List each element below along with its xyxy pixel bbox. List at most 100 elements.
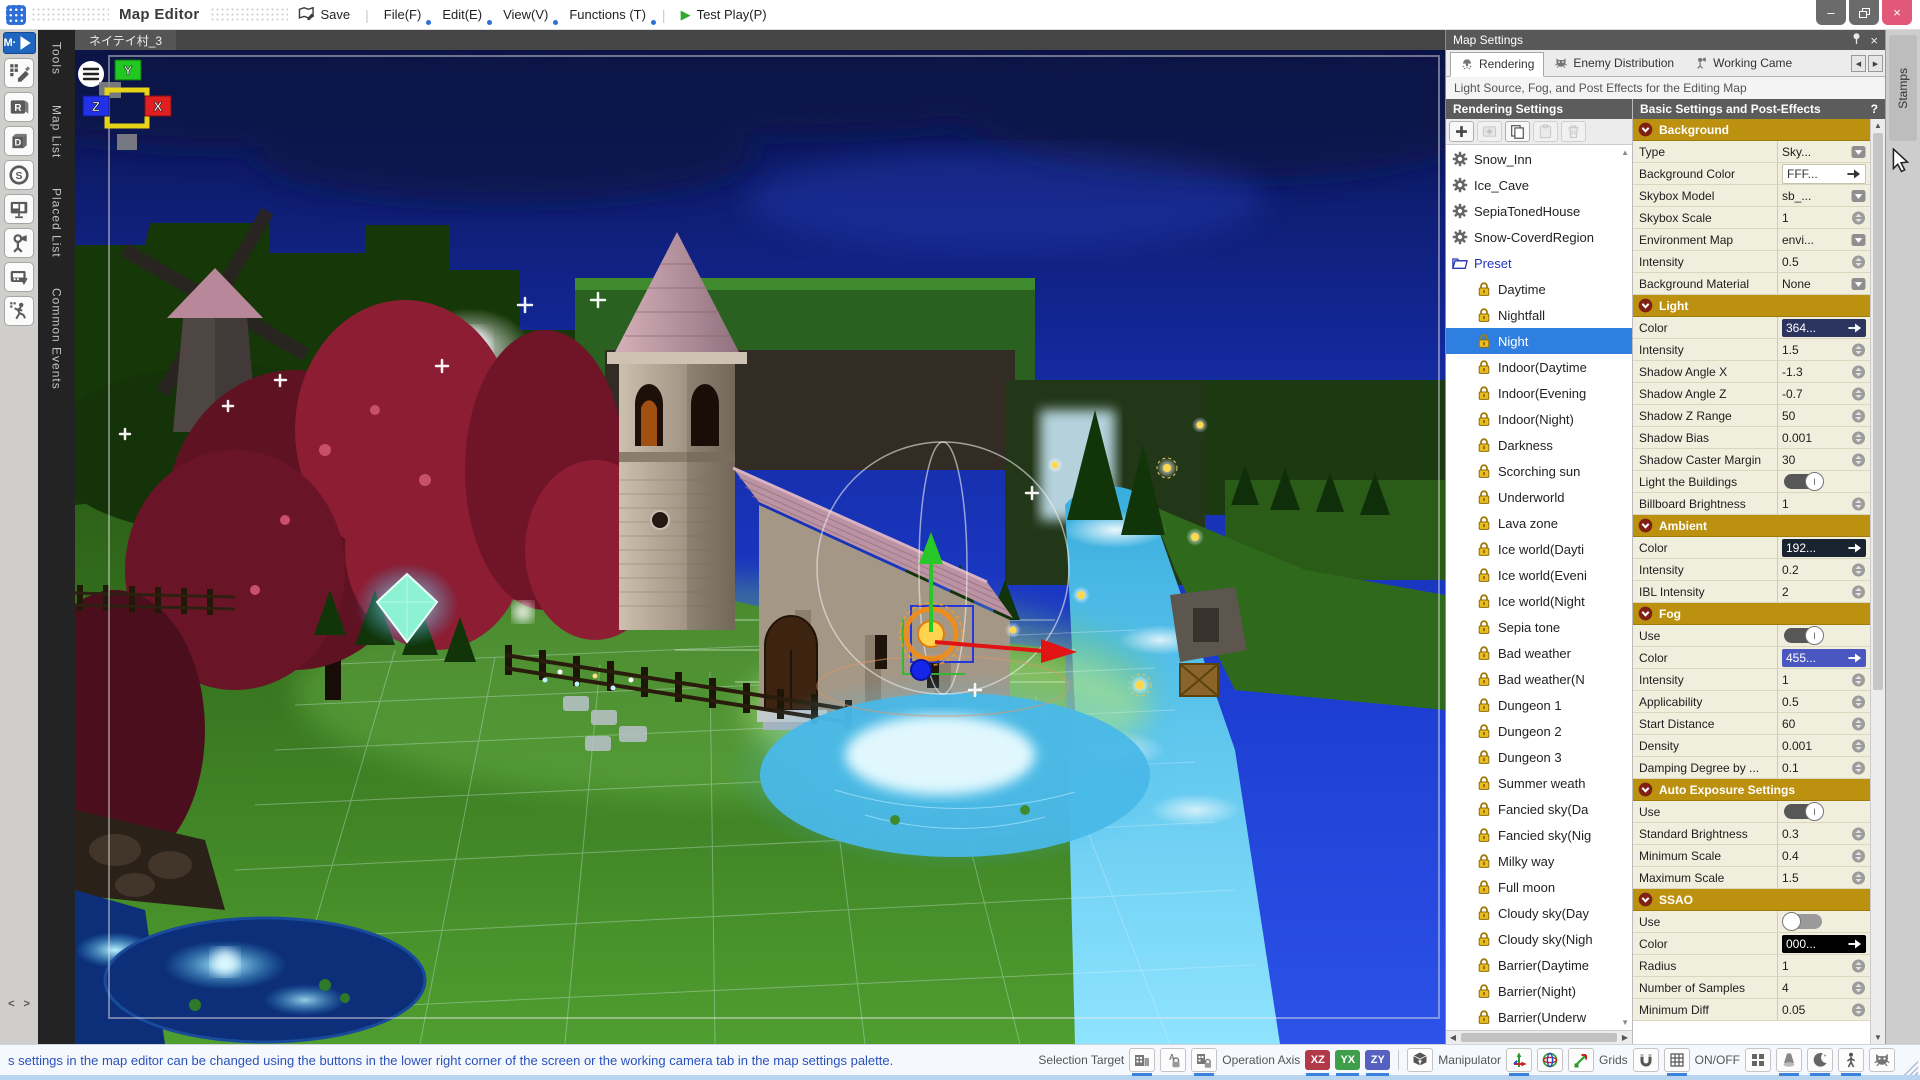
property-value[interactable]: 0.2 xyxy=(1778,559,1870,580)
hscroll-left-icon[interactable]: ◀ xyxy=(1446,1033,1460,1042)
tab-scroll-left[interactable]: ◀ xyxy=(1851,55,1866,72)
property-value[interactable]: 0.1 xyxy=(1778,757,1870,778)
menu-functions[interactable]: Functions (T) xyxy=(559,3,656,26)
preset-item[interactable]: Snow-CoverdRegion xyxy=(1446,224,1632,250)
preset-item[interactable]: Sepia tone xyxy=(1446,614,1632,640)
save-button[interactable]: Save xyxy=(288,2,361,28)
preset-item[interactable]: Dungeon 1 xyxy=(1446,692,1632,718)
toggle-tiles-button[interactable] xyxy=(1745,1048,1771,1072)
menu-view[interactable]: View(V) xyxy=(493,3,558,26)
toggle-characters-button[interactable] xyxy=(1838,1048,1864,1076)
preset-item[interactable]: Bad weather xyxy=(1446,640,1632,666)
property-value[interactable]: 1 xyxy=(1778,955,1870,976)
toggle-on[interactable]: I xyxy=(1784,472,1824,491)
restore-button[interactable] xyxy=(1849,0,1879,25)
toggle-on[interactable]: I xyxy=(1784,802,1824,821)
properties-scrollbar[interactable]: ▲ ▼ xyxy=(1870,119,1885,1044)
region-d-tool-button[interactable]: D xyxy=(4,126,34,156)
close-button[interactable]: × xyxy=(1882,0,1912,25)
preset-item[interactable]: Cloudy sky(Day xyxy=(1446,900,1632,926)
property-value[interactable]: I xyxy=(1778,801,1870,822)
hscroll-thumb[interactable] xyxy=(1461,1033,1617,1042)
preset-item[interactable]: Snow_Inn xyxy=(1446,146,1632,172)
preset-item[interactable]: Milky way xyxy=(1446,848,1632,874)
property-value[interactable]: 1 xyxy=(1778,493,1870,514)
toggle-off[interactable] xyxy=(1782,912,1822,931)
color-chip[interactable]: 364... xyxy=(1782,318,1866,337)
screen-tool-button[interactable] xyxy=(4,194,34,224)
tab-scroll-right[interactable]: ▶ xyxy=(1868,55,1883,72)
camera-tool-button[interactable] xyxy=(4,228,34,258)
stamp-tool-button[interactable] xyxy=(4,58,34,88)
preset-item[interactable]: Barrier(Night) xyxy=(1446,978,1632,1004)
manipulator-move-button[interactable] xyxy=(1506,1048,1532,1076)
property-value[interactable]: 0.5 xyxy=(1778,691,1870,712)
preset-item[interactable]: Fancied sky(Da xyxy=(1446,796,1632,822)
preset-item[interactable]: Dungeon 2 xyxy=(1446,718,1632,744)
event-card-tool-button[interactable] xyxy=(4,262,34,292)
side-tab-map-list[interactable]: Map List xyxy=(50,105,64,158)
grid-snap-button[interactable] xyxy=(1632,1048,1659,1072)
property-value[interactable]: 0.4 xyxy=(1778,845,1870,866)
property-value[interactable]: 000... xyxy=(1778,933,1870,954)
tab-working-came[interactable]: Working Came xyxy=(1684,51,1802,76)
preset-item[interactable]: Cloudy sky(Nigh xyxy=(1446,926,1632,952)
test-play-button[interactable]: ▶ Test Play(P) xyxy=(671,3,777,27)
section-header-ssao[interactable]: SSAO xyxy=(1633,889,1870,911)
vscroll-down-icon[interactable]: ▼ xyxy=(1871,1031,1885,1044)
axis-zy-button[interactable]: ZY xyxy=(1365,1050,1391,1076)
event-run-tool-button[interactable] xyxy=(4,296,34,326)
side-tab-common-events[interactable]: Common Events xyxy=(50,288,64,390)
property-value[interactable]: FFF... xyxy=(1778,163,1870,184)
property-value[interactable]: 1 xyxy=(1778,207,1870,228)
property-value[interactable]: 50 xyxy=(1778,405,1870,426)
preset-item[interactable]: Daytime xyxy=(1446,276,1632,302)
property-value[interactable]: -0.7 xyxy=(1778,383,1870,404)
property-value[interactable]: 192... xyxy=(1778,537,1870,558)
property-value[interactable]: 30 xyxy=(1778,449,1870,470)
manipulator-rotate-button[interactable] xyxy=(1537,1048,1563,1072)
minimize-button[interactable]: – xyxy=(1816,0,1846,25)
preset-item[interactable]: Ice world(Dayti xyxy=(1446,536,1632,562)
property-value[interactable]: 4 xyxy=(1778,977,1870,998)
vscroll-up-icon[interactable]: ▲ xyxy=(1871,119,1885,132)
list-scroll-down-icon[interactable]: ▼ xyxy=(1621,1018,1629,1027)
toggle-lights-button[interactable] xyxy=(1776,1048,1802,1076)
help-button[interactable]: ? xyxy=(1871,102,1878,116)
color-chip[interactable]: 000... xyxy=(1782,934,1866,953)
preset-item-selected[interactable]: Night xyxy=(1446,328,1632,354)
rail-scroll-right[interactable]: > xyxy=(24,998,30,1010)
preset-item[interactable]: Ice_Cave xyxy=(1446,172,1632,198)
preset-item[interactable]: Underworld xyxy=(1446,484,1632,510)
duplicate-setting-button[interactable] xyxy=(1505,121,1530,142)
tab-stamps[interactable]: Stamps xyxy=(1889,35,1917,141)
toggle-night-mode-button[interactable] xyxy=(1807,1048,1833,1076)
preset-item[interactable]: Dungeon 3 xyxy=(1446,744,1632,770)
color-chip[interactable]: 455... xyxy=(1782,648,1866,667)
property-value[interactable]: sb_... xyxy=(1778,185,1870,206)
property-value[interactable]: 0.001 xyxy=(1778,735,1870,756)
color-chip[interactable]: FFF... xyxy=(1782,163,1866,184)
app-icon[interactable] xyxy=(6,4,26,25)
shadow-tool-button[interactable]: S xyxy=(4,160,34,190)
property-value[interactable]: 60 xyxy=(1778,713,1870,734)
menu-file[interactable]: File(F) xyxy=(374,3,432,26)
toggle-on[interactable]: I xyxy=(1784,626,1824,645)
property-value[interactable]: 0.001 xyxy=(1778,427,1870,448)
section-header-light[interactable]: Light xyxy=(1633,295,1870,317)
preset-item[interactable]: Indoor(Night) xyxy=(1446,406,1632,432)
rail-scroll-left[interactable]: < xyxy=(8,998,14,1010)
property-value[interactable]: 0.05 xyxy=(1778,999,1870,1020)
resize-grip[interactable] xyxy=(1902,1059,1918,1075)
preset-item[interactable]: Full moon xyxy=(1446,874,1632,900)
property-value[interactable]: 455... xyxy=(1778,647,1870,668)
axis-yx-button[interactable]: YX xyxy=(1335,1050,1361,1076)
property-value[interactable]: 364... xyxy=(1778,317,1870,338)
preset-item[interactable]: Nightfall xyxy=(1446,302,1632,328)
preset-item[interactable]: Summer weath xyxy=(1446,770,1632,796)
property-value[interactable]: I xyxy=(1778,471,1870,492)
select-lock-button[interactable]: A xyxy=(1160,1048,1187,1072)
preset-item[interactable]: Indoor(Evening xyxy=(1446,380,1632,406)
list-scroll-up-icon[interactable]: ▲ xyxy=(1621,148,1629,157)
close-icon[interactable]: × xyxy=(1870,33,1878,48)
